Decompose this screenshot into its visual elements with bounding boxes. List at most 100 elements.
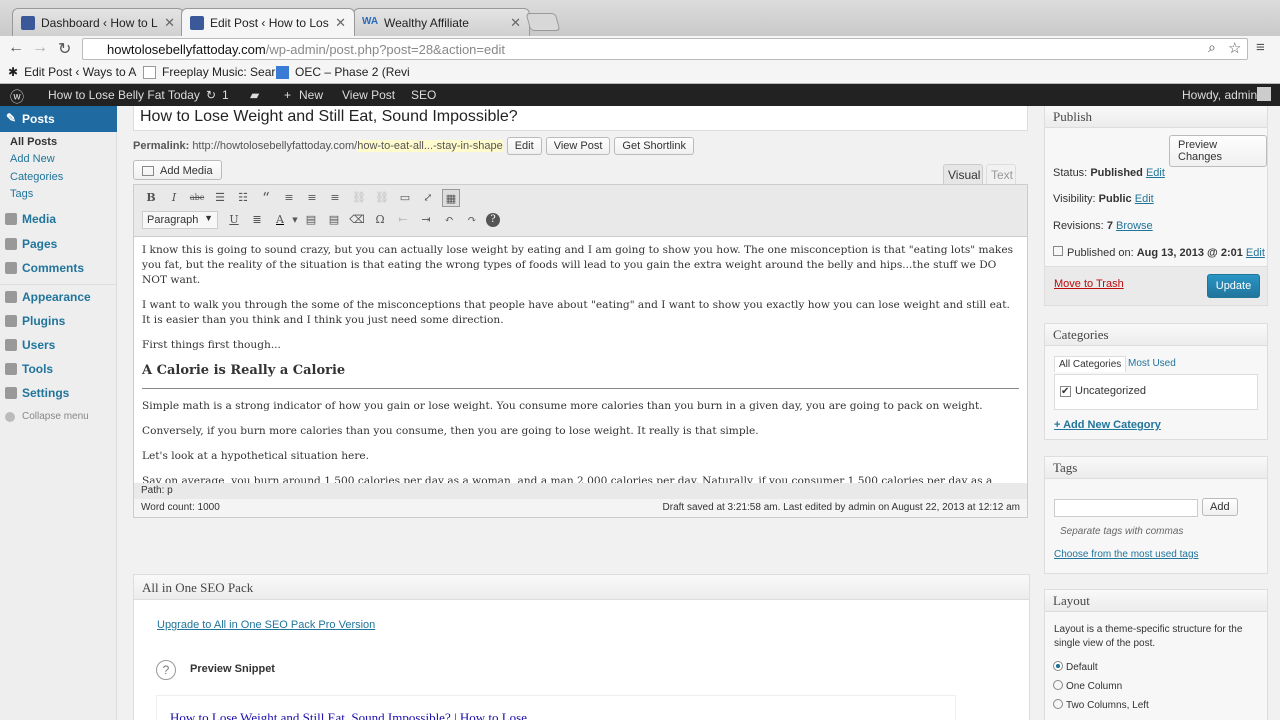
site-name-link[interactable]: How to Lose Belly Fat Today xyxy=(48,88,200,102)
radio-icon[interactable] xyxy=(1053,699,1063,709)
bullet-list-icon[interactable]: ☰ xyxy=(211,189,229,207)
howdy-user-link[interactable]: Howdy, admin xyxy=(1182,88,1257,102)
revisions-browse-link[interactable]: Browse xyxy=(1116,220,1153,232)
sidebar-item-tools[interactable]: Tools xyxy=(0,362,117,376)
bookmark-item[interactable]: ✱ Edit Post ‹ Ways to A xyxy=(8,65,136,79)
address-bar[interactable]: howtolosebellyfattoday.com/wp-admin/post… xyxy=(82,38,1248,60)
align-left-icon[interactable]: ≡ xyxy=(280,189,298,207)
choose-tags-link[interactable]: Choose from the most used tags xyxy=(1054,549,1199,560)
browser-tab-dashboard[interactable]: Dashboard ‹ How to Lose B ✕ xyxy=(12,8,184,36)
preview-changes-button[interactable]: Preview Changes xyxy=(1169,135,1267,167)
numbered-list-icon[interactable]: ☷ xyxy=(234,189,252,207)
back-arrow-icon[interactable]: ← xyxy=(8,39,24,57)
browser-tab-edit-post[interactable]: Edit Post ‹ How to Lose Be ✕ xyxy=(181,8,355,36)
add-tag-button[interactable]: Add xyxy=(1202,498,1238,516)
insert-more-icon[interactable]: ▭ xyxy=(396,189,414,207)
tab-visual[interactable]: Visual xyxy=(943,164,983,184)
tags-input[interactable] xyxy=(1054,499,1198,517)
seo-menu-link[interactable]: SEO xyxy=(411,88,436,102)
category-item[interactable]: ✔ Uncategorized xyxy=(1060,385,1146,397)
bookmark-item[interactable]: Freeplay Music: Sear xyxy=(143,65,275,79)
help-icon[interactable]: ? xyxy=(486,213,500,227)
view-post-link[interactable]: View Post xyxy=(342,88,395,102)
visibility-edit-link[interactable]: Edit xyxy=(1135,193,1154,205)
new-plus-icon[interactable]: + xyxy=(284,88,291,102)
bookmark-item[interactable]: OEC – Phase 2 (Revi xyxy=(276,65,410,79)
get-shortlink-button[interactable]: Get Shortlink xyxy=(614,137,694,155)
bold-icon[interactable]: B xyxy=(142,189,160,207)
layout-option[interactable]: Default xyxy=(1053,661,1098,673)
close-tab-icon[interactable]: ✕ xyxy=(335,15,346,31)
wordpress-logo-icon[interactable]: ⓦ xyxy=(10,87,24,107)
new-content-link[interactable]: New xyxy=(299,88,323,102)
tab-text[interactable]: Text xyxy=(986,164,1016,184)
tab-all-categories[interactable]: All Categories xyxy=(1054,356,1127,372)
unlink-icon[interactable]: ⛓ xyxy=(373,189,391,207)
clear-formatting-icon[interactable]: ⌫ xyxy=(348,211,366,229)
justify-icon[interactable]: ≣ xyxy=(248,211,266,229)
sidebar-item-posts[interactable]: ✎ Posts xyxy=(0,106,117,132)
forward-arrow-icon[interactable]: → xyxy=(32,39,48,57)
zoom-search-icon[interactable]: ⌕ xyxy=(1208,39,1216,56)
help-icon[interactable]: ? xyxy=(156,660,176,680)
bookmark-star-icon[interactable]: ☆ xyxy=(1228,39,1241,57)
view-post-button[interactable]: View Post xyxy=(545,137,611,155)
browser-tab-wealthy-affiliate[interactable]: WA Wealthy Affiliate ✕ xyxy=(353,8,530,36)
add-new-category-link[interactable]: + Add New Category xyxy=(1054,419,1161,431)
outdent-icon[interactable]: ⇤ xyxy=(394,211,412,229)
checkbox-checked-icon[interactable]: ✔ xyxy=(1060,386,1071,397)
submenu-all-posts[interactable]: All Posts xyxy=(10,136,57,148)
sidebar-item-settings[interactable]: Settings xyxy=(0,386,117,400)
close-tab-icon[interactable]: ✕ xyxy=(510,15,521,31)
undo-icon[interactable]: ↶ xyxy=(440,211,458,229)
collapse-menu-button[interactable]: Collapse menu xyxy=(0,411,117,422)
menu-icon[interactable]: ≡ xyxy=(1256,39,1265,56)
sidebar-item-appearance[interactable]: Appearance xyxy=(0,290,117,304)
publish-title[interactable]: Publish xyxy=(1045,106,1267,128)
align-right-icon[interactable]: ≡ xyxy=(326,189,344,207)
sidebar-item-users[interactable]: Users xyxy=(0,338,117,352)
categories-title[interactable]: Categories xyxy=(1045,324,1267,346)
paste-text-icon[interactable]: ▤ xyxy=(302,211,320,229)
format-select[interactable]: Paragraph ▼ xyxy=(142,211,218,229)
seo-pack-title[interactable]: All in One SEO Pack xyxy=(134,575,1029,600)
post-title-input[interactable]: How to Lose Weight and Still Eat, Sound … xyxy=(133,106,1028,131)
layout-option[interactable]: Two Columns, Left xyxy=(1053,699,1149,711)
layout-title[interactable]: Layout xyxy=(1045,590,1267,612)
published-edit-link[interactable]: Edit xyxy=(1246,247,1265,259)
insert-link-icon[interactable]: ⛓ xyxy=(350,189,368,207)
paste-word-icon[interactable]: ▤ xyxy=(325,211,343,229)
fullscreen-icon[interactable]: ⤢ xyxy=(419,189,437,207)
align-center-icon[interactable]: ≡ xyxy=(303,189,321,207)
reload-icon[interactable]: ↻ xyxy=(58,39,71,59)
editor-content[interactable]: I know this is going to sound crazy, but… xyxy=(134,237,1027,483)
comments-icon[interactable]: ▰ xyxy=(250,88,259,102)
snippet-title[interactable]: How to Lose Weight and Still Eat, Sound … xyxy=(170,710,537,720)
radio-selected-icon[interactable] xyxy=(1053,661,1063,671)
updates-count[interactable]: 1 xyxy=(222,88,229,102)
add-media-button[interactable]: Add Media xyxy=(133,160,222,180)
redo-icon[interactable]: ↷ xyxy=(463,211,481,229)
layout-option[interactable]: One Column xyxy=(1053,680,1122,692)
updates-icon[interactable]: ↻ xyxy=(206,88,216,102)
status-edit-link[interactable]: Edit xyxy=(1146,167,1165,179)
strikethrough-icon[interactable]: abc xyxy=(188,189,206,207)
sidebar-item-plugins[interactable]: Plugins xyxy=(0,314,117,328)
update-button[interactable]: Update xyxy=(1207,274,1260,298)
close-tab-icon[interactable]: ✕ xyxy=(164,15,175,31)
radio-icon[interactable] xyxy=(1053,680,1063,690)
sidebar-item-pages[interactable]: Pages xyxy=(0,237,117,251)
permalink-slug[interactable]: how-to-eat-all...-stay-in-shape xyxy=(357,140,503,152)
blockquote-icon[interactable]: “ xyxy=(257,189,275,207)
new-tab-button[interactable] xyxy=(525,13,561,31)
avatar[interactable] xyxy=(1257,87,1271,101)
tags-title[interactable]: Tags xyxy=(1045,457,1267,479)
permalink-edit-button[interactable]: Edit xyxy=(506,137,542,155)
submenu-add-new[interactable]: Add New xyxy=(10,153,55,165)
submenu-tags[interactable]: Tags xyxy=(10,188,33,200)
move-to-trash-link[interactable]: Move to Trash xyxy=(1054,278,1124,290)
tab-most-used[interactable]: Most Used xyxy=(1128,358,1176,369)
underline-icon[interactable]: U xyxy=(225,211,243,229)
submenu-categories[interactable]: Categories xyxy=(10,171,63,183)
sidebar-item-media[interactable]: Media xyxy=(0,212,117,226)
